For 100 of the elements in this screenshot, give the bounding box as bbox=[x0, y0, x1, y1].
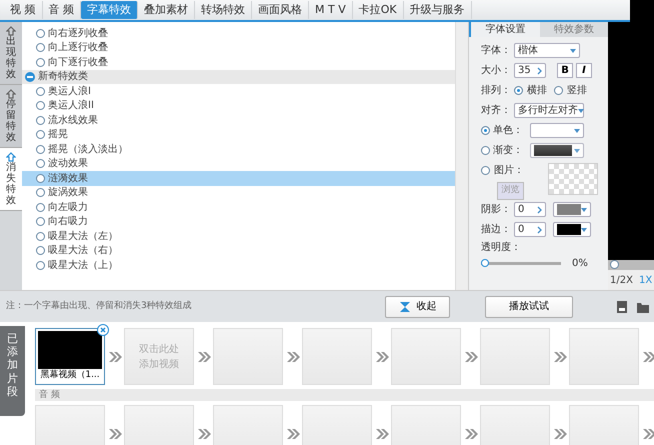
effect-label: 向左吸力 bbox=[48, 200, 88, 215]
scrollbar[interactable] bbox=[455, 22, 468, 290]
effect-item[interactable]: 向上逐行收叠 bbox=[22, 40, 455, 55]
collapse-button[interactable]: 收起 bbox=[385, 296, 450, 318]
menu-tab[interactable]: 字幕特效 bbox=[81, 1, 138, 19]
close-icon[interactable] bbox=[97, 324, 109, 336]
effect-item[interactable]: 向下逐行收叠 bbox=[22, 55, 455, 70]
caret-icon bbox=[581, 208, 587, 212]
size-spinner[interactable]: 35 bbox=[514, 63, 546, 78]
bold-button[interactable]: B bbox=[557, 63, 573, 78]
effect-item[interactable]: 吸星大法（右） bbox=[22, 244, 455, 258]
chevron-icon bbox=[537, 226, 542, 234]
option-label: 横排 bbox=[527, 84, 547, 98]
effect-label: 吸星大法（上） bbox=[48, 258, 118, 273]
effect-item[interactable]: 波动效果 bbox=[22, 156, 455, 171]
speed-option[interactable]: 1/2X bbox=[610, 272, 633, 288]
effect-item[interactable]: 摇晃（淡入淡出） bbox=[22, 142, 455, 156]
seek-slider[interactable] bbox=[608, 260, 654, 270]
italic-button[interactable]: I bbox=[576, 63, 592, 78]
empty-slot bbox=[480, 405, 550, 445]
option-label: 图片： bbox=[494, 164, 524, 178]
empty-slot bbox=[213, 328, 283, 385]
radio-button[interactable] bbox=[554, 86, 563, 95]
side-tab[interactable]: 出现特效 bbox=[0, 22, 22, 85]
slider-thumb[interactable] bbox=[481, 258, 489, 266]
caret-icon bbox=[574, 128, 580, 132]
effect-label: 向右逐列收叠 bbox=[48, 26, 108, 41]
timeline-tab[interactable]: 已添加片段 bbox=[0, 326, 25, 416]
empty-slot bbox=[35, 405, 105, 445]
effect-item[interactable]: 向左吸力 bbox=[22, 200, 455, 214]
empty-slot bbox=[391, 405, 461, 445]
effect-item[interactable]: 吸星大法（左） bbox=[22, 229, 455, 244]
spinner-value: 35 bbox=[518, 64, 531, 78]
empty-slot bbox=[213, 405, 283, 445]
slider-thumb[interactable] bbox=[610, 260, 619, 269]
field-label: 阴影： bbox=[481, 203, 511, 217]
align-dropdown[interactable]: 多行时左对齐 bbox=[514, 103, 584, 118]
radio-option[interactable]: 竖排 bbox=[554, 83, 587, 98]
group-header[interactable]: 新奇特效类 bbox=[22, 70, 455, 84]
stroke-color-dropdown[interactable] bbox=[553, 222, 591, 237]
chevrons-icon bbox=[108, 350, 122, 362]
side-tab[interactable]: 停留特效 bbox=[0, 85, 22, 148]
effect-item[interactable]: 奥运人浪I bbox=[22, 84, 455, 98]
effect-item[interactable]: 涟漪效果 bbox=[22, 171, 455, 186]
menu-tab[interactable]: 转场特效 bbox=[195, 1, 252, 19]
font-dropdown[interactable]: 楷体 bbox=[514, 43, 580, 58]
chevrons-icon bbox=[196, 350, 210, 362]
field-label: 描边： bbox=[481, 222, 511, 237]
field-label: 对齐： bbox=[481, 104, 511, 118]
spinner-value: 0 bbox=[518, 203, 524, 217]
chevrons-icon bbox=[374, 428, 388, 440]
menu-tab[interactable]: 升级与服务 bbox=[404, 1, 472, 19]
effect-label: 向下逐行收叠 bbox=[48, 56, 108, 70]
empty-slot bbox=[302, 405, 372, 445]
save-icon bbox=[616, 300, 628, 314]
gradient-dropdown[interactable] bbox=[530, 143, 584, 158]
option-label: 渐变： bbox=[493, 144, 523, 158]
field-label: 字体： bbox=[481, 44, 511, 58]
effect-label: 奥运人浪I bbox=[48, 84, 91, 99]
menu-tab[interactable]: 画面风格 bbox=[252, 1, 309, 19]
chevrons-icon bbox=[286, 428, 300, 440]
option-label: 单色： bbox=[493, 124, 523, 138]
dropdown-value: 多行时左对齐 bbox=[518, 104, 578, 118]
effect-item[interactable]: 旋涡效果 bbox=[22, 186, 455, 200]
radio-button[interactable] bbox=[481, 126, 490, 135]
stroke-spinner[interactable]: 0 bbox=[514, 222, 546, 237]
shadow-spinner[interactable]: 0 bbox=[514, 202, 546, 217]
menu-tab[interactable]: 叠加素材 bbox=[138, 1, 195, 19]
radio-option[interactable]: 横排 bbox=[514, 83, 547, 98]
group-label: 新奇特效类 bbox=[38, 70, 88, 84]
collapse-icon bbox=[25, 72, 35, 82]
opacity-value: 0% bbox=[572, 256, 588, 270]
radio-button[interactable] bbox=[481, 166, 490, 175]
effect-item[interactable]: 向右逐列收叠 bbox=[22, 26, 455, 40]
effect-item[interactable]: 流水线效果 bbox=[22, 113, 455, 128]
effect-label: 旋涡效果 bbox=[48, 186, 88, 200]
color-dropdown[interactable] bbox=[530, 123, 584, 138]
radio-button[interactable] bbox=[481, 146, 490, 155]
effect-label: 向右吸力 bbox=[48, 214, 88, 230]
effect-item[interactable]: 摇晃 bbox=[22, 128, 455, 142]
menu-tab[interactable]: 视 频 bbox=[4, 1, 42, 19]
empty-slot bbox=[302, 328, 372, 385]
effect-label: 奥运人浪II bbox=[48, 98, 94, 114]
effect-item[interactable]: 向右吸力 bbox=[22, 214, 455, 229]
opacity-slider[interactable] bbox=[481, 262, 561, 264]
play-button[interactable]: 播放试试 bbox=[485, 296, 573, 318]
chevron-icon bbox=[537, 66, 542, 74]
shadow-color-dropdown[interactable] bbox=[553, 202, 591, 217]
chevrons-icon bbox=[552, 350, 566, 362]
audio-track-label: 音 频 bbox=[35, 389, 654, 401]
effect-label: 涟漪效果 bbox=[48, 172, 88, 186]
menu-tab[interactable]: 卡拉OK bbox=[352, 1, 404, 19]
effect-item[interactable]: 吸星大法（上） bbox=[22, 258, 455, 272]
effect-item[interactable]: 奥运人浪II bbox=[22, 98, 455, 113]
effect-label: 流水线效果 bbox=[48, 114, 98, 128]
side-tab[interactable]: 消失特效 bbox=[0, 148, 22, 211]
radio-button[interactable] bbox=[514, 86, 523, 95]
tab-label: 已添加片段 bbox=[7, 332, 18, 400]
dropdown-value: 楷体 bbox=[518, 44, 538, 58]
menu-tab[interactable]: M T V bbox=[309, 1, 353, 19]
